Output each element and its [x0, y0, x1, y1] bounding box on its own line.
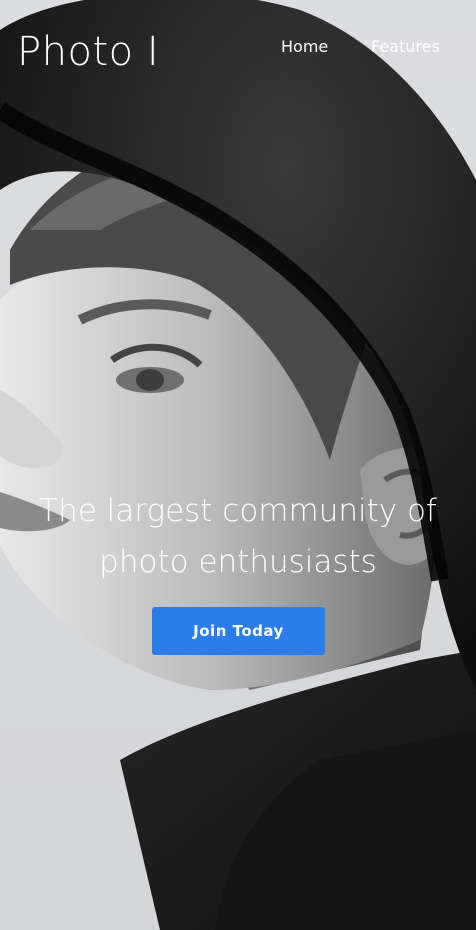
nav-link-home[interactable]: Home	[281, 37, 328, 57]
landing-page: Photo I Home Features The largest commun…	[0, 0, 476, 930]
hero-headline: The largest community of photo enthusias…	[0, 486, 476, 588]
join-today-button[interactable]: Join Today	[152, 607, 325, 655]
hero-headline-line-1: The largest community of	[39, 493, 437, 529]
nav-link-features[interactable]: Features	[371, 37, 440, 57]
top-navigation: Photo I Home Features	[0, 0, 476, 100]
hero-portrait-image	[0, 0, 476, 930]
brand-logo-text[interactable]: Photo I	[17, 28, 159, 76]
hero-headline-line-2: photo enthusiasts	[99, 544, 377, 580]
